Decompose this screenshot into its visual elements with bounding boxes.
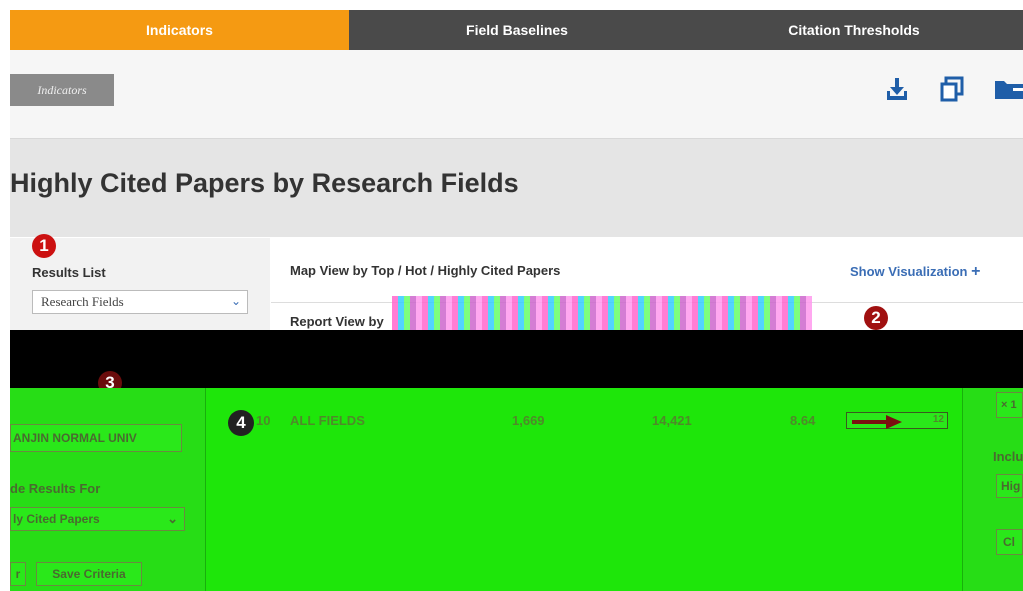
- page-title: Highly Cited Papers by Research Fields: [10, 168, 519, 198]
- clear-button-right[interactable]: Cl: [996, 529, 1023, 555]
- clear-button-label: r: [15, 567, 21, 581]
- download-icon[interactable]: [882, 72, 912, 106]
- row-papers: 1,669: [512, 413, 545, 428]
- plus-icon: +: [971, 263, 981, 280]
- clear-button-right-label: Cl: [1003, 535, 1015, 549]
- toolbar: [10, 50, 1023, 139]
- step-badge-2: 2: [864, 306, 888, 330]
- save-criteria-button[interactable]: Save Criteria: [36, 562, 142, 586]
- step-badge-4: 4: [228, 410, 254, 436]
- row-number: 10: [256, 413, 271, 428]
- save-criteria-label: Save Criteria: [52, 567, 126, 581]
- glitch-band: [10, 330, 1023, 388]
- glitch-artifact: [392, 296, 812, 330]
- filter-chip[interactable]: × 1: [996, 392, 1023, 418]
- arrow-right-icon: [852, 415, 902, 434]
- include-label: Inclu: [993, 449, 1023, 464]
- results-list-select[interactable]: Research Fields ⌄: [32, 290, 248, 314]
- include-select-value: Hig: [1001, 479, 1021, 493]
- map-view-label: Map View by Top / Hot / Highly Cited Pap…: [290, 263, 561, 278]
- folder-add-icon[interactable]: [993, 72, 1023, 106]
- chevron-down-icon: ⌄: [230, 294, 241, 308]
- clear-button[interactable]: r: [10, 562, 26, 586]
- row-bar-value: 12: [932, 414, 944, 425]
- row-field-link[interactable]: ALL FIELDS: [290, 413, 365, 428]
- row-citations: 14,421: [652, 413, 692, 428]
- tab-field-baselines[interactable]: Field Baselines: [349, 10, 685, 50]
- results-list-value: Research Fields: [41, 294, 124, 309]
- results-list-label: Results List: [32, 265, 106, 280]
- tab-citation-thresholds[interactable]: Citation Thresholds: [685, 10, 1023, 50]
- show-visualization-link[interactable]: Show Visualization +: [850, 263, 980, 281]
- filter-chip-label: × 1: [1001, 399, 1017, 411]
- copy-icon[interactable]: [937, 72, 967, 106]
- step-badge-1: 1: [32, 234, 56, 258]
- include-results-select[interactable]: ly Cited Papers ⌄: [10, 507, 185, 531]
- include-select[interactable]: Hig: [996, 474, 1023, 498]
- filter-value-text: ANJIN NORMAL UNIV: [13, 431, 137, 445]
- row-per-paper: 8.64: [790, 413, 816, 428]
- filter-value-field[interactable]: ANJIN NORMAL UNIV: [10, 424, 182, 452]
- tab-indicators[interactable]: Indicators: [10, 10, 349, 50]
- include-results-label: de Results For: [10, 481, 101, 496]
- breadcrumb[interactable]: Indicators: [10, 74, 114, 106]
- show-visualization-label: Show Visualization: [850, 264, 968, 279]
- include-results-value: ly Cited Papers: [13, 512, 100, 526]
- top-tab-bar: Indicators Field Baselines Citation Thre…: [10, 10, 1023, 50]
- report-view-label: Report View by: [290, 314, 384, 329]
- chevron-down-icon: ⌄: [167, 511, 178, 526]
